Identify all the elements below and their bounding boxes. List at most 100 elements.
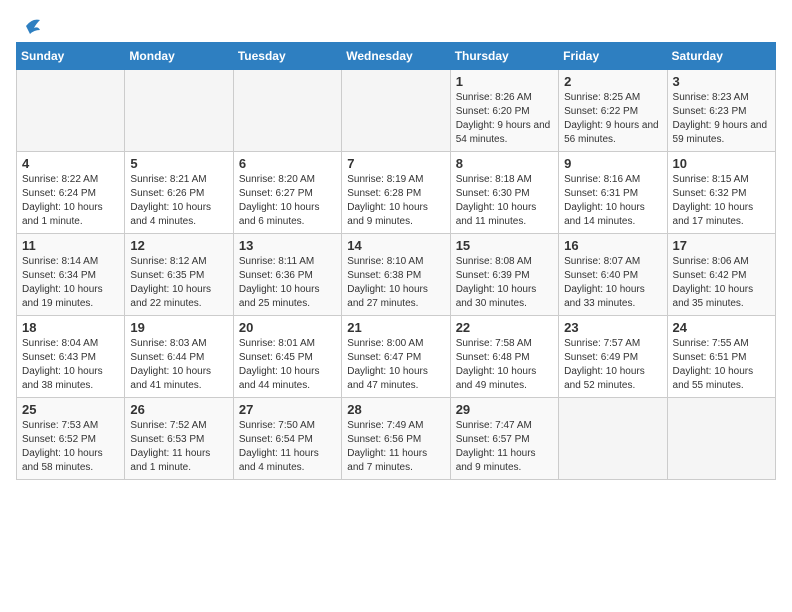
day-info: Sunrise: 8:06 AMSunset: 6:42 PMDaylight:…: [673, 255, 770, 311]
day-number: 8: [456, 156, 553, 171]
calendar-table: SundayMondayTuesdayWednesdayThursdayFrid…: [16, 42, 776, 480]
day-info: Sunrise: 7:50 AMSunset: 6:54 PMDaylight:…: [239, 419, 336, 475]
day-number: 3: [673, 74, 770, 89]
calendar-cell: 2Sunrise: 8:25 AMSunset: 6:22 PMDaylight…: [559, 70, 667, 152]
calendar-cell: 29Sunrise: 7:47 AMSunset: 6:57 PMDayligh…: [450, 398, 558, 480]
calendar-cell: 11 Sunrise: 8:14 AMSunset: 6:34 PMDayligh…: [17, 234, 125, 316]
calendar-cell: 7 Sunrise: 8:19 AMSunset: 6:28 PMDaylight…: [342, 152, 450, 234]
column-header-saturday: Saturday: [667, 43, 775, 70]
day-number: 11: [22, 238, 119, 253]
day-info: Sunrise: 8:20 AMSunset: 6:27 PMDaylight:…: [239, 173, 336, 229]
day-info: Sunrise: 8:04 AMSunset: 6:43 PMDaylight:…: [22, 337, 119, 393]
day-info: Sunrise: 8:08 AMSunset: 6:39 PMDaylight:…: [456, 255, 553, 311]
calendar-cell: 21 Sunrise: 8:00 AMSunset: 6:47 PMDayligh…: [342, 316, 450, 398]
day-info: Sunrise: 7:57 AMSunset: 6:49 PMDaylight:…: [564, 337, 661, 393]
day-info: Sunrise: 8:00 AMSunset: 6:47 PMDaylight:…: [347, 337, 444, 393]
day-number: 1: [456, 74, 553, 89]
calendar-cell: 17 Sunrise: 8:06 AMSunset: 6:42 PMDayligh…: [667, 234, 775, 316]
day-number: 15: [456, 238, 553, 253]
day-number: 26: [130, 402, 227, 417]
day-info: Sunrise: 8:26 AMSunset: 6:20 PMDaylight:…: [456, 91, 553, 147]
day-number: 5: [130, 156, 227, 171]
calendar-cell: 20 Sunrise: 8:01 AMSunset: 6:45 PMDayligh…: [233, 316, 341, 398]
calendar-cell: 28Sunrise: 7:49 AMSunset: 6:56 PMDayligh…: [342, 398, 450, 480]
day-info: Sunrise: 7:58 AMSunset: 6:48 PMDaylight:…: [456, 337, 553, 393]
day-info: Sunrise: 7:52 AMSunset: 6:53 PMDaylight:…: [130, 419, 227, 475]
day-info: Sunrise: 8:23 AMSunset: 6:23 PMDaylight:…: [673, 91, 770, 147]
column-header-sunday: Sunday: [17, 43, 125, 70]
day-number: 25: [22, 402, 119, 417]
column-header-wednesday: Wednesday: [342, 43, 450, 70]
calendar-cell: 3 Sunrise: 8:23 AMSunset: 6:23 PMDaylight…: [667, 70, 775, 152]
calendar-cell: 23Sunrise: 7:57 AMSunset: 6:49 PMDayligh…: [559, 316, 667, 398]
day-info: Sunrise: 8:15 AMSunset: 6:32 PMDaylight:…: [673, 173, 770, 229]
column-header-friday: Friday: [559, 43, 667, 70]
calendar-cell: 22 Sunrise: 7:58 AMSunset: 6:48 PMDayligh…: [450, 316, 558, 398]
calendar-cell: 16 Sunrise: 8:07 AMSunset: 6:40 PMDayligh…: [559, 234, 667, 316]
calendar-cell: 26 Sunrise: 7:52 AMSunset: 6:53 PMDayligh…: [125, 398, 233, 480]
day-number: 18: [22, 320, 119, 335]
day-info: Sunrise: 8:22 AMSunset: 6:24 PMDaylight:…: [22, 173, 119, 229]
day-info: Sunrise: 8:11 AMSunset: 6:36 PMDaylight:…: [239, 255, 336, 311]
day-number: 27: [239, 402, 336, 417]
logo-bird-icon: [18, 16, 40, 36]
calendar-cell: [233, 70, 341, 152]
day-number: 16: [564, 238, 661, 253]
calendar-cell: 8 Sunrise: 8:18 AMSunset: 6:30 PMDaylight…: [450, 152, 558, 234]
calendar-week-3: 11 Sunrise: 8:14 AMSunset: 6:34 PMDayligh…: [17, 234, 776, 316]
calendar-week-5: 25 Sunrise: 7:53 AMSunset: 6:52 PMDayligh…: [17, 398, 776, 480]
calendar-cell: 4 Sunrise: 8:22 AMSunset: 6:24 PMDaylight…: [17, 152, 125, 234]
day-info: Sunrise: 8:19 AMSunset: 6:28 PMDaylight:…: [347, 173, 444, 229]
page-header: [16, 16, 776, 36]
day-number: 22: [456, 320, 553, 335]
day-info: Sunrise: 8:16 AMSunset: 6:31 PMDaylight:…: [564, 173, 661, 229]
day-info: Sunrise: 8:14 AMSunset: 6:34 PMDaylight:…: [22, 255, 119, 311]
day-number: 10: [673, 156, 770, 171]
calendar-cell: [342, 70, 450, 152]
day-number: 17: [673, 238, 770, 253]
calendar-cell: 15 Sunrise: 8:08 AMSunset: 6:39 PMDayligh…: [450, 234, 558, 316]
day-number: 14: [347, 238, 444, 253]
calendar-cell: [125, 70, 233, 152]
calendar-cell: 9 Sunrise: 8:16 AMSunset: 6:31 PMDaylight…: [559, 152, 667, 234]
calendar-cell: 12 Sunrise: 8:12 AMSunset: 6:35 PMDayligh…: [125, 234, 233, 316]
day-number: 19: [130, 320, 227, 335]
column-header-thursday: Thursday: [450, 43, 558, 70]
day-info: Sunrise: 8:07 AMSunset: 6:40 PMDaylight:…: [564, 255, 661, 311]
day-number: 4: [22, 156, 119, 171]
calendar-cell: [17, 70, 125, 152]
calendar-week-2: 4 Sunrise: 8:22 AMSunset: 6:24 PMDaylight…: [17, 152, 776, 234]
calendar-cell: 5 Sunrise: 8:21 AMSunset: 6:26 PMDaylight…: [125, 152, 233, 234]
day-number: 2: [564, 74, 661, 89]
calendar-cell: 1 Sunrise: 8:26 AMSunset: 6:20 PMDaylight…: [450, 70, 558, 152]
calendar-cell: [667, 398, 775, 480]
calendar-week-1: 1 Sunrise: 8:26 AMSunset: 6:20 PMDaylight…: [17, 70, 776, 152]
day-info: Sunrise: 7:47 AMSunset: 6:57 PMDaylight:…: [456, 419, 553, 475]
calendar-cell: 27 Sunrise: 7:50 AMSunset: 6:54 PMDayligh…: [233, 398, 341, 480]
day-info: Sunrise: 8:01 AMSunset: 6:45 PMDaylight:…: [239, 337, 336, 393]
day-info: Sunrise: 7:53 AMSunset: 6:52 PMDaylight:…: [22, 419, 119, 475]
day-number: 13: [239, 238, 336, 253]
calendar-cell: 19Sunrise: 8:03 AMSunset: 6:44 PMDayligh…: [125, 316, 233, 398]
day-info: Sunrise: 7:55 AMSunset: 6:51 PMDaylight:…: [673, 337, 770, 393]
day-info: Sunrise: 8:12 AMSunset: 6:35 PMDaylight:…: [130, 255, 227, 311]
calendar-cell: 25 Sunrise: 7:53 AMSunset: 6:52 PMDayligh…: [17, 398, 125, 480]
calendar-cell: 6 Sunrise: 8:20 AMSunset: 6:27 PMDaylight…: [233, 152, 341, 234]
day-info: Sunrise: 8:18 AMSunset: 6:30 PMDaylight:…: [456, 173, 553, 229]
day-number: 12: [130, 238, 227, 253]
day-number: 6: [239, 156, 336, 171]
day-number: 21: [347, 320, 444, 335]
day-number: 24: [673, 320, 770, 335]
day-info: Sunrise: 7:49 AMSunset: 6:56 PMDaylight:…: [347, 419, 444, 475]
day-number: 20: [239, 320, 336, 335]
day-number: 9: [564, 156, 661, 171]
day-info: Sunrise: 8:10 AMSunset: 6:38 PMDaylight:…: [347, 255, 444, 311]
logo: [16, 16, 40, 36]
calendar-cell: 14 Sunrise: 8:10 AMSunset: 6:38 PMDayligh…: [342, 234, 450, 316]
calendar-week-4: 18 Sunrise: 8:04 AMSunset: 6:43 PMDayligh…: [17, 316, 776, 398]
column-header-monday: Monday: [125, 43, 233, 70]
calendar-cell: 18 Sunrise: 8:04 AMSunset: 6:43 PMDayligh…: [17, 316, 125, 398]
day-number: 7: [347, 156, 444, 171]
day-info: Sunrise: 8:21 AMSunset: 6:26 PMDaylight:…: [130, 173, 227, 229]
calendar-cell: 10 Sunrise: 8:15 AMSunset: 6:32 PMDayligh…: [667, 152, 775, 234]
